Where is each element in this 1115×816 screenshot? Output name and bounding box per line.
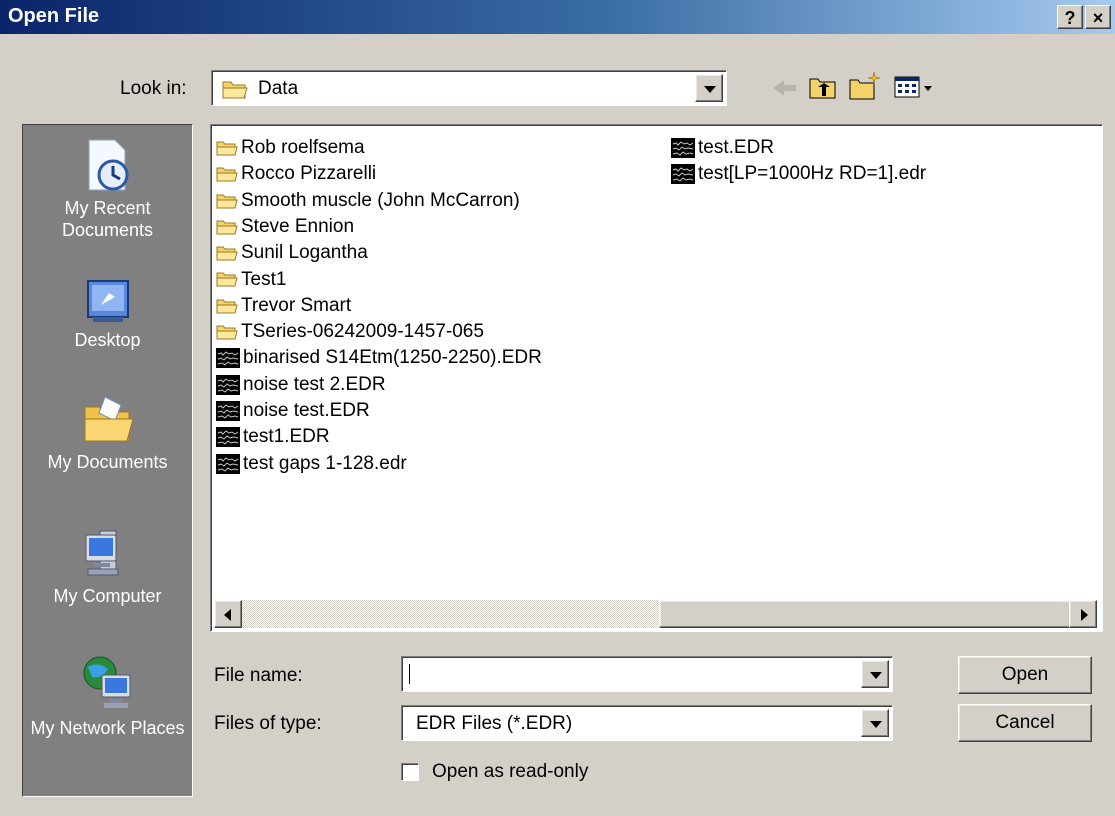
text-cursor — [409, 664, 410, 684]
folder-icon — [222, 81, 248, 99]
window-title: Open File — [8, 5, 100, 27]
help-button[interactable]: ? — [1057, 5, 1083, 29]
edr-file-icon — [216, 427, 240, 448]
folder-icon — [216, 246, 238, 261]
item-label: test1.EDR — [243, 426, 330, 448]
new-folder-icon[interactable] — [848, 70, 882, 102]
file-item[interactable]: noise test.EDR — [216, 398, 370, 424]
horizontal-scrollbar[interactable] — [214, 600, 1097, 628]
files-of-type-dropdown-button[interactable] — [861, 709, 889, 737]
read-only-label[interactable]: Open as read-only — [432, 761, 588, 783]
place-recent-documents[interactable]: My Recent Documents — [23, 137, 192, 241]
place-label: Desktop — [74, 330, 141, 350]
files-of-type-combo[interactable]: EDR Files (*.EDR) — [401, 705, 893, 741]
edr-file-icon — [216, 348, 240, 369]
files-of-type-label: Files of type: — [214, 713, 322, 734]
file-item[interactable]: test gaps 1-128.edr — [216, 451, 407, 477]
edr-file-icon — [216, 400, 240, 421]
my-computer-icon — [85, 530, 118, 576]
title-bar: Open File ? × — [0, 0, 1115, 34]
close-button[interactable]: × — [1085, 5, 1111, 29]
edr-file-icon — [671, 137, 695, 158]
place-label: My Recent Documents — [61, 198, 154, 240]
folder-item[interactable]: Rocco Pizzarelli — [216, 161, 376, 187]
folder-item[interactable]: Steve Ennion — [216, 214, 354, 240]
item-label: Rocco Pizzarelli — [241, 163, 377, 185]
look-in-combo[interactable]: Data — [211, 70, 727, 106]
item-label: noise test.EDR — [243, 400, 370, 421]
views-menu-icon[interactable] — [894, 75, 938, 99]
folder-icon — [216, 299, 238, 314]
places-bar: My Recent Documents Desktop My Documents… — [22, 124, 193, 797]
edr-file-icon — [216, 374, 240, 395]
place-label: My Documents — [47, 452, 168, 472]
file-item[interactable]: test1.EDR — [216, 424, 330, 450]
file-name-combo[interactable] — [401, 656, 893, 692]
look-in-label: Look in: — [120, 78, 187, 99]
scroll-right-button[interactable] — [1069, 600, 1097, 628]
scroll-thumb[interactable] — [659, 600, 1079, 628]
item-label: Smooth muscle (John McCarron) — [241, 189, 520, 211]
folder-icon — [216, 325, 238, 340]
folder-item[interactable]: Trevor Smart — [216, 293, 351, 319]
folder-item[interactable]: Rob roelfsema — [216, 135, 365, 161]
file-item[interactable]: test[LP=1000Hz RD=1].edr — [671, 161, 926, 187]
edr-file-icon — [671, 164, 695, 185]
network-places-icon — [83, 656, 130, 708]
place-desktop[interactable]: Desktop — [23, 275, 192, 351]
place-my-documents[interactable]: My Documents — [23, 393, 192, 473]
item-label: test.EDR — [698, 137, 775, 158]
folder-icon — [216, 194, 238, 209]
item-label: TSeries-06242009-1457-065 — [241, 321, 484, 343]
recent-documents-icon — [88, 139, 128, 191]
desktop-icon — [86, 280, 129, 322]
my-documents-icon — [84, 396, 134, 442]
folder-icon — [216, 167, 238, 182]
folder-icon — [216, 141, 238, 156]
item-label: test[LP=1000Hz RD=1].edr — [698, 163, 927, 185]
file-item[interactable]: binarised S14Etm(1250-2250).EDR — [216, 345, 542, 371]
place-my-computer[interactable]: My Computer — [23, 527, 192, 607]
item-label: Test1 — [241, 268, 287, 290]
item-label: Sunil Logantha — [241, 242, 368, 264]
look-in-dropdown-button[interactable] — [695, 74, 723, 102]
file-name-label: File name: — [214, 665, 303, 686]
edr-file-icon — [216, 453, 240, 474]
up-folder-icon[interactable] — [808, 73, 838, 101]
folder-item[interactable]: Test1 — [216, 267, 286, 293]
folder-item[interactable]: TSeries-06242009-1457-065 — [216, 319, 484, 345]
place-network-places[interactable]: My Network Places — [23, 653, 192, 739]
place-label: My Network Places — [30, 718, 185, 738]
folder-icon — [216, 272, 238, 287]
back-arrow-icon[interactable] — [770, 76, 800, 100]
item-label: Rob roelfsema — [241, 137, 365, 158]
file-item[interactable]: noise test 2.EDR — [216, 372, 386, 398]
file-name-dropdown-button[interactable] — [861, 660, 889, 688]
file-item[interactable]: test.EDR — [671, 135, 774, 161]
item-label: binarised S14Etm(1250-2250).EDR — [243, 347, 542, 369]
item-label: test gaps 1-128.edr — [243, 452, 407, 474]
folder-item[interactable]: Smooth muscle (John McCarron) — [216, 188, 520, 214]
look-in-value: Data — [258, 78, 299, 99]
files-of-type-value: EDR Files (*.EDR) — [416, 713, 573, 734]
item-label: Steve Ennion — [241, 215, 355, 237]
open-button[interactable]: Open — [958, 656, 1092, 694]
item-label: Trevor Smart — [241, 294, 352, 316]
place-label: My Computer — [53, 586, 162, 606]
read-only-checkbox[interactable] — [401, 763, 419, 781]
file-list[interactable]: Rob roelfsema Rocco Pizzarelli Smooth musc… — [210, 124, 1103, 632]
scroll-left-button[interactable] — [214, 600, 242, 628]
folder-item[interactable]: Sunil Logantha — [216, 240, 368, 266]
cancel-button[interactable]: Cancel — [958, 704, 1092, 742]
item-label: noise test 2.EDR — [243, 373, 386, 395]
folder-icon — [216, 220, 238, 235]
